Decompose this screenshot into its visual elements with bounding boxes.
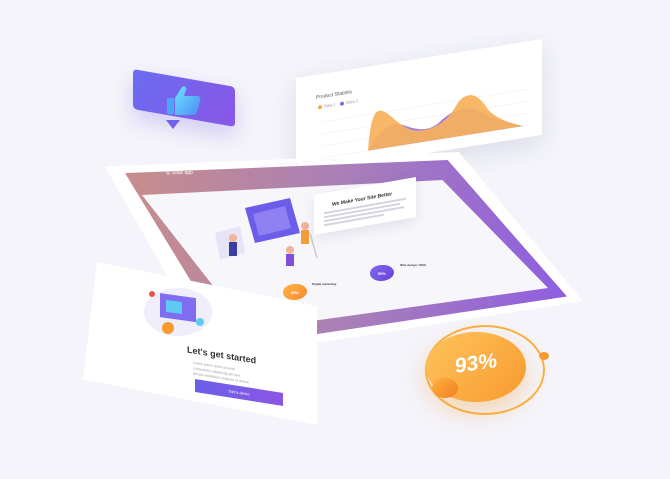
hero-illustration [215, 198, 318, 266]
nav-portfolio[interactable]: PORTFOLIO [276, 161, 299, 166]
nav-home[interactable]: HOME [258, 163, 270, 168]
feature-stat-1-value: 95% [290, 289, 299, 295]
nav-elements[interactable]: ELEMENTS [320, 157, 342, 162]
site-logo-text: Saas app [171, 170, 193, 176]
feature-title-2: Web design / SEM [400, 263, 426, 267]
feature-title-1: Digital marketing [312, 282, 337, 286]
legend-item-1: Data 1 [324, 101, 336, 109]
thumbs-up-icon [167, 86, 201, 115]
legend-item-2: Data 2 [346, 98, 359, 106]
nav-blog[interactable]: BLOG [303, 159, 314, 164]
card-illustration [144, 288, 212, 336]
orange-dot-small [539, 352, 549, 360]
feature-stat-2-value: 90% [377, 270, 386, 276]
orange-dot-large [432, 378, 458, 398]
like-bubble-tail [166, 120, 180, 129]
site-logo[interactable]: ◎ Saas app [166, 170, 193, 176]
